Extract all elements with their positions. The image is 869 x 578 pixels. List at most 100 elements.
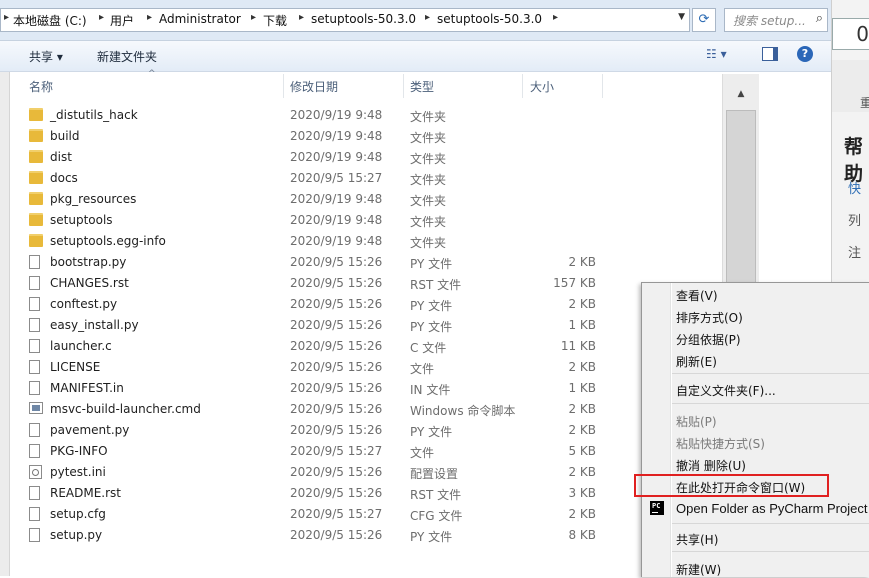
search-input[interactable]: 搜索 setup... ⌕ bbox=[724, 8, 828, 32]
chevron-right-icon[interactable]: ▸ bbox=[147, 12, 152, 23]
breadcrumb-segment[interactable]: setuptools-50.3.0 bbox=[437, 12, 542, 26]
scroll-up-icon[interactable]: ▲ bbox=[729, 82, 753, 106]
file-row[interactable]: _distutils_hack 2020/9/19 9:48 文件夹 bbox=[22, 105, 722, 126]
column-divider[interactable] bbox=[602, 74, 603, 98]
column-header-type[interactable]: 类型 bbox=[410, 78, 434, 95]
column-divider[interactable] bbox=[403, 74, 404, 98]
file-date: 2020/9/5 15:27 bbox=[290, 444, 383, 458]
file-icon bbox=[29, 381, 40, 395]
folder-icon bbox=[29, 150, 43, 163]
file-name: easy_install.py bbox=[50, 318, 139, 332]
menu-item-paste[interactable]: 粘贴(P) bbox=[676, 413, 717, 430]
chevron-down-icon[interactable]: ▼ bbox=[678, 12, 685, 22]
file-row[interactable]: PKG-INFO 2020/9/5 15:27 文件 5 KB bbox=[22, 441, 722, 462]
file-date: 2020/9/19 9:48 bbox=[290, 192, 383, 206]
chevron-right-icon[interactable]: ▸ bbox=[251, 12, 256, 23]
refresh-icon[interactable]: ⟳ bbox=[692, 8, 716, 32]
file-date: 2020/9/5 15:26 bbox=[290, 318, 383, 332]
chevron-right-icon: ▸ bbox=[4, 12, 10, 23]
file-row[interactable]: easy_install.py 2020/9/5 15:26 PY 文件 1 KB bbox=[22, 315, 722, 336]
chevron-right-icon[interactable]: ▸ bbox=[299, 12, 304, 23]
file-type: 文件夹 bbox=[410, 152, 447, 166]
file-size: 2 KB bbox=[568, 402, 596, 416]
file-name: MANIFEST.in bbox=[50, 381, 124, 395]
view-options-icon[interactable]: ☷ ▾ bbox=[706, 47, 727, 61]
file-type: IN 文件 bbox=[410, 383, 451, 397]
background-char: 重 bbox=[860, 94, 869, 111]
context-menu: 查看(V) 排序方式(O) 分组依据(P) 刷新(E) 自定义文件夹(F)...… bbox=[641, 282, 869, 577]
file-row[interactable]: LICENSE 2020/9/5 15:26 文件 2 KB bbox=[22, 357, 722, 378]
file-row[interactable]: CHANGES.rst 2020/9/5 15:26 RST 文件 157 KB bbox=[22, 273, 722, 294]
column-header-date[interactable]: 修改日期 bbox=[290, 78, 338, 95]
file-row[interactable]: MANIFEST.in 2020/9/5 15:26 IN 文件 1 KB bbox=[22, 378, 722, 399]
address-bar[interactable]: ▸ 本地磁盘 (C:) ▸ 用户 ▸ Administrator ▸ 下载 ▸ … bbox=[0, 8, 690, 32]
file-row[interactable]: setuptools 2020/9/19 9:48 文件夹 bbox=[22, 210, 722, 231]
menu-item-sort[interactable]: 排序方式(O) bbox=[676, 309, 743, 326]
file-row[interactable]: README.rst 2020/9/5 15:26 RST 文件 3 KB bbox=[22, 483, 722, 504]
file-row[interactable]: msvc-build-launcher.cmd 2020/9/5 15:26 Win… bbox=[22, 399, 722, 420]
menu-item-refresh[interactable]: 刷新(E) bbox=[676, 353, 717, 370]
file-name: dist bbox=[50, 150, 72, 164]
background-item[interactable]: 快 bbox=[848, 178, 861, 197]
new-folder-button[interactable]: 新建文件夹 bbox=[97, 48, 157, 65]
file-row[interactable]: dist 2020/9/19 9:48 文件夹 bbox=[22, 147, 722, 168]
file-date: 2020/9/5 15:26 bbox=[290, 528, 383, 542]
background-item[interactable]: 注 bbox=[848, 242, 861, 261]
file-row[interactable]: setup.py 2020/9/5 15:26 PY 文件 8 KB bbox=[22, 525, 722, 546]
chevron-right-icon[interactable]: ▸ bbox=[553, 12, 558, 23]
file-row[interactable]: pytest.ini 2020/9/5 15:26 配置设置 2 KB bbox=[22, 462, 722, 483]
menu-item-paste-shortcut[interactable]: 粘贴快捷方式(S) bbox=[676, 435, 765, 452]
file-size: 11 KB bbox=[560, 339, 596, 353]
file-type: 文件夹 bbox=[410, 173, 447, 187]
file-size: 2 KB bbox=[568, 465, 596, 479]
column-divider[interactable] bbox=[522, 74, 523, 98]
file-name: setuptools bbox=[50, 213, 113, 227]
file-icon bbox=[29, 507, 40, 521]
highlight-box bbox=[634, 474, 829, 497]
file-row[interactable]: pavement.py 2020/9/5 15:26 PY 文件 2 KB bbox=[22, 420, 722, 441]
file-size: 2 KB bbox=[568, 507, 596, 521]
breadcrumb-segment[interactable]: Administrator bbox=[159, 12, 241, 26]
file-size: 2 KB bbox=[568, 423, 596, 437]
address-bar-area: ▸ 本地磁盘 (C:) ▸ 用户 ▸ Administrator ▸ 下载 ▸ … bbox=[0, 0, 831, 41]
preview-pane-icon[interactable] bbox=[762, 47, 778, 61]
file-size: 2 KB bbox=[568, 360, 596, 374]
file-row[interactable]: launcher.c 2020/9/5 15:26 C 文件 11 KB bbox=[22, 336, 722, 357]
search-icon[interactable]: ⌕ bbox=[816, 11, 823, 26]
help-icon[interactable]: ? bbox=[797, 46, 813, 62]
menu-item-customize-folder[interactable]: 自定义文件夹(F)... bbox=[676, 382, 776, 399]
file-row[interactable]: setuptools.egg-info 2020/9/19 9:48 文件夹 bbox=[22, 231, 722, 252]
breadcrumb-segment[interactable]: 本地磁盘 (C:) bbox=[13, 12, 87, 29]
file-row[interactable]: build 2020/9/19 9:48 文件夹 bbox=[22, 126, 722, 147]
file-row[interactable]: setup.cfg 2020/9/5 15:27 CFG 文件 2 KB bbox=[22, 504, 722, 525]
menu-separator bbox=[672, 551, 869, 552]
chevron-right-icon[interactable]: ▸ bbox=[425, 12, 430, 23]
menu-item-undo-delete[interactable]: 撤消 删除(U) bbox=[676, 457, 746, 474]
file-name: launcher.c bbox=[50, 339, 112, 353]
file-name: setup.py bbox=[50, 528, 103, 542]
file-name: build bbox=[50, 129, 80, 143]
column-header-size[interactable]: 大小 bbox=[530, 78, 554, 95]
menu-item-share[interactable]: 共享(H) bbox=[676, 531, 718, 548]
menu-gutter bbox=[670, 283, 672, 577]
column-divider[interactable] bbox=[283, 74, 284, 98]
breadcrumb-segment[interactable]: 下载 bbox=[263, 12, 287, 29]
menu-item-group[interactable]: 分组依据(P) bbox=[676, 331, 741, 348]
menu-item-new[interactable]: 新建(W) bbox=[676, 561, 721, 578]
file-row[interactable]: docs 2020/9/5 15:27 文件夹 bbox=[22, 168, 722, 189]
menu-item-open-pycharm[interactable]: Open Folder as PyCharm Project bbox=[676, 501, 867, 516]
menu-item-view[interactable]: 查看(V) bbox=[676, 287, 718, 304]
column-header-name[interactable]: 名称 bbox=[29, 78, 53, 95]
share-button[interactable]: 共享 ▾ bbox=[29, 48, 63, 65]
file-icon bbox=[29, 486, 40, 500]
background-item[interactable]: 列 bbox=[848, 210, 861, 229]
breadcrumb-segment[interactable]: 用户 bbox=[110, 12, 134, 29]
chevron-right-icon[interactable]: ▸ bbox=[99, 12, 104, 23]
breadcrumb-segment[interactable]: setuptools-50.3.0 bbox=[311, 12, 416, 26]
folder-icon bbox=[29, 234, 43, 247]
file-row[interactable]: bootstrap.py 2020/9/5 15:26 PY 文件 2 KB bbox=[22, 252, 722, 273]
file-row[interactable]: pkg_resources 2020/9/19 9:48 文件夹 bbox=[22, 189, 722, 210]
file-icon bbox=[29, 423, 40, 437]
file-size: 2 KB bbox=[568, 255, 596, 269]
file-row[interactable]: conftest.py 2020/9/5 15:26 PY 文件 2 KB bbox=[22, 294, 722, 315]
